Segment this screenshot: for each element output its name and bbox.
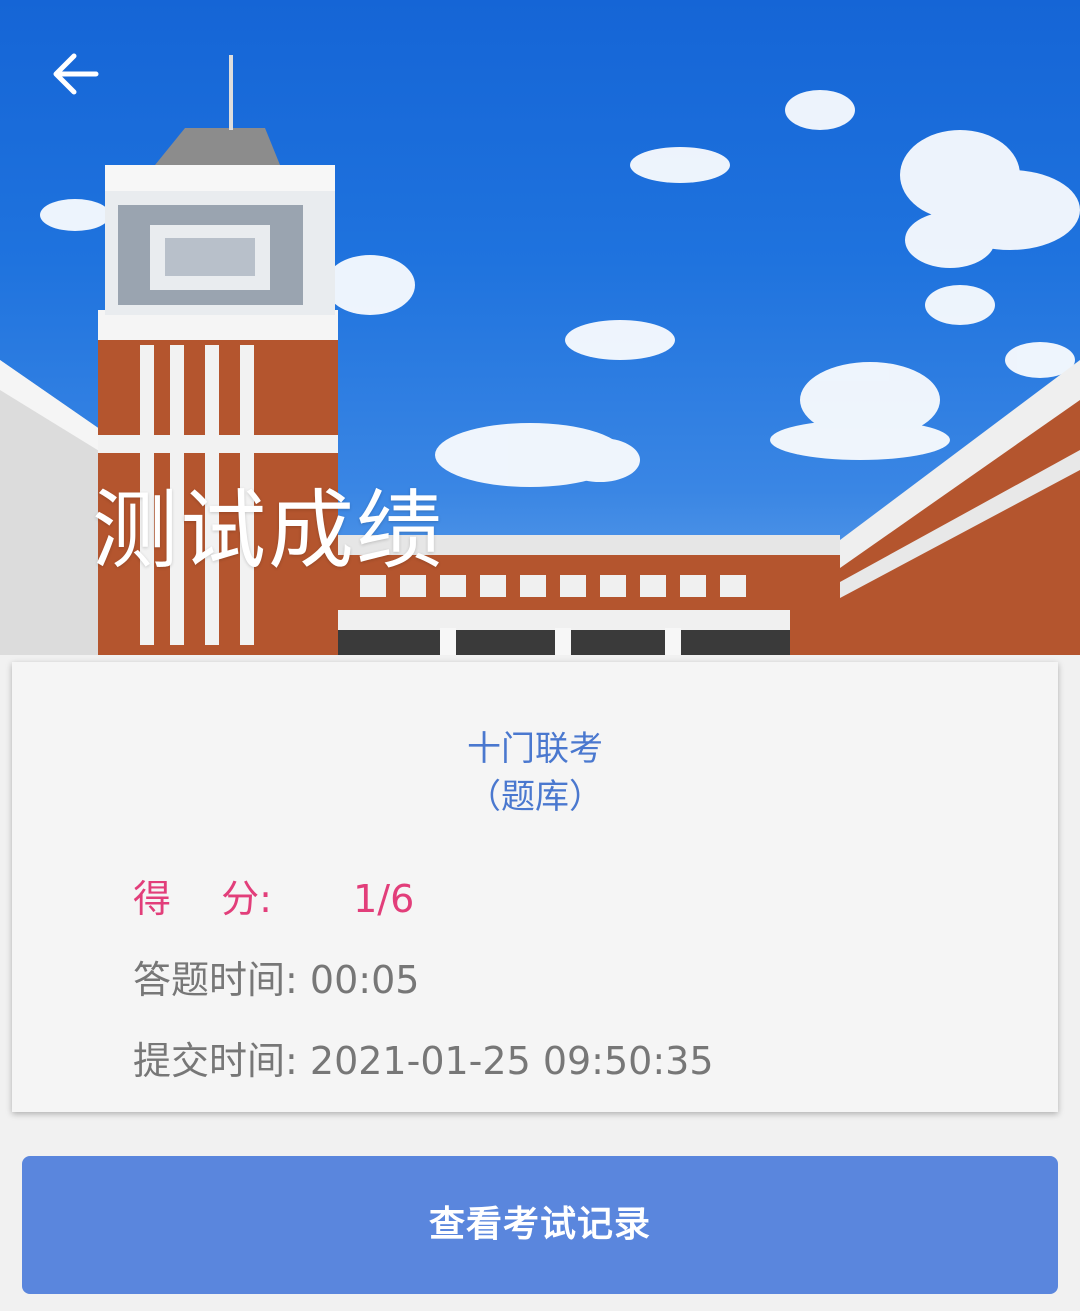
submit-time-value: 2021-01-25 09:50:35 (309, 1039, 714, 1083)
exam-type: （题库） (467, 777, 603, 817)
submit-time-label: 提交时间: (133, 1039, 298, 1083)
arrow-left-icon (53, 53, 99, 95)
duration-row: 答题时间: 00:05 (133, 961, 419, 999)
header-banner: 测试成绩 (0, 0, 1080, 655)
duration-value: 00:05 (309, 958, 420, 1002)
back-button[interactable] (46, 44, 106, 104)
exam-name: 十门联考 (467, 729, 603, 769)
result-card: 十门联考 （题库） 得 分: 1/6 答题时间: 00:05 提交时间: 202… (12, 662, 1058, 1112)
page-title: 测试成绩 (92, 481, 444, 581)
submit-time-row: 提交时间: 2021-01-25 09:50:35 (133, 1042, 714, 1080)
duration-label: 答题时间: (133, 958, 298, 1002)
score-label: 得 分: (133, 877, 272, 921)
view-exam-records-button[interactable]: 查看考试记录 (22, 1156, 1058, 1294)
score-value: 1/6 (353, 877, 415, 921)
score-row: 得 分: 1/6 (133, 880, 414, 918)
